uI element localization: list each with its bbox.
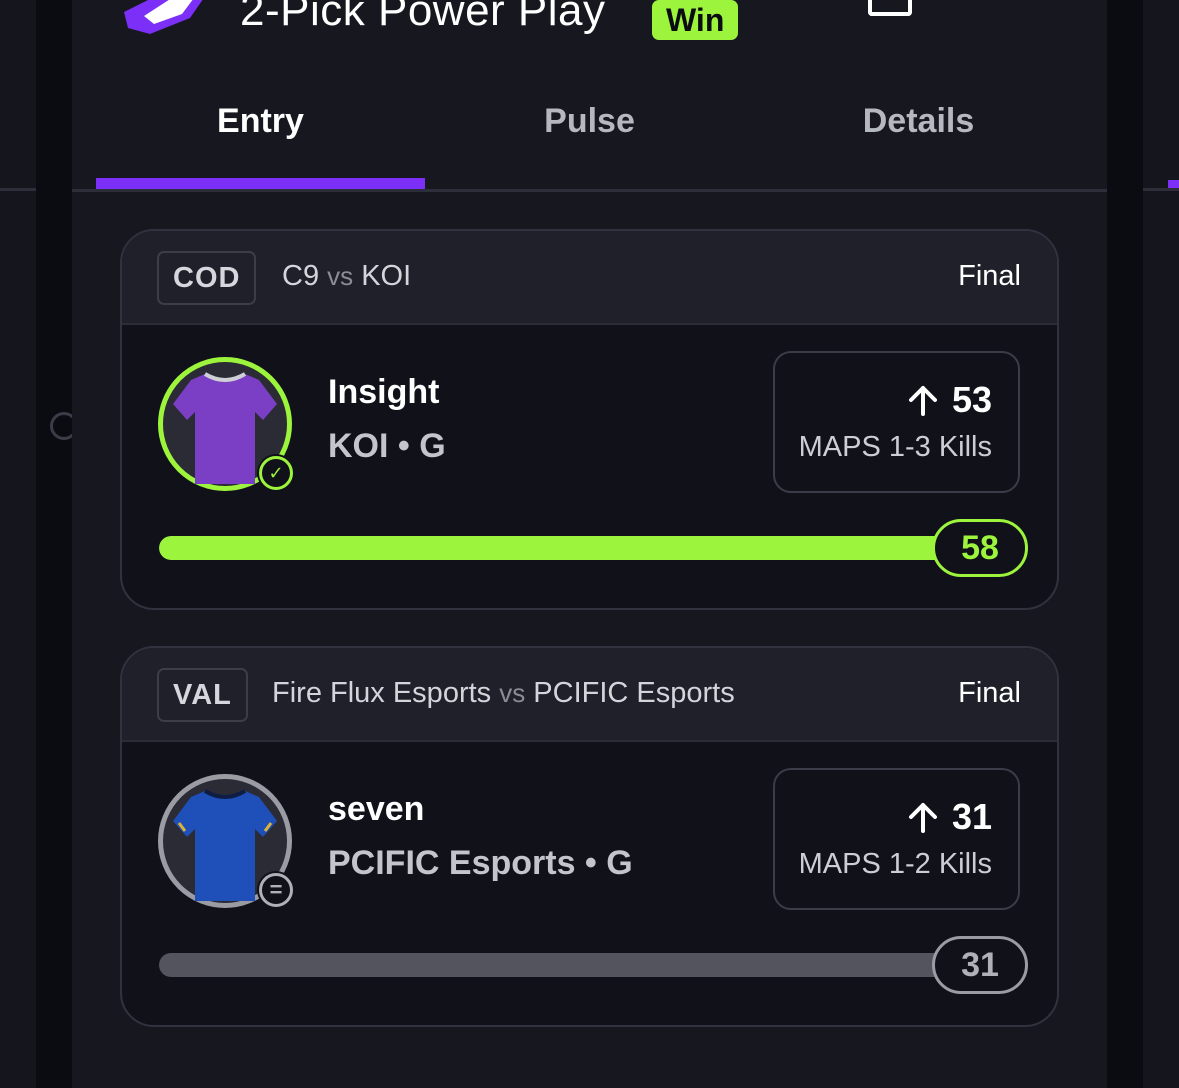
team-b: PCIFIC Esports [533, 677, 735, 709]
tabs-divider [72, 189, 1107, 192]
pick-card-header: COD C9 vs KOI Final [122, 231, 1057, 325]
tab-details-label: Details [862, 102, 975, 140]
pick-card[interactable]: VAL Fire Flux Esports vs PCIFIC Esports … [120, 646, 1059, 1027]
game-status: Final [958, 260, 1021, 292]
result-value: 31 [932, 936, 1028, 994]
background-divider-left [0, 188, 36, 191]
player-avatar: = [158, 774, 295, 909]
progress-fill [159, 953, 1009, 977]
player-name: Insight [328, 373, 440, 411]
tab-details[interactable]: Details [754, 86, 1083, 190]
page-title: 2-Pick Power Play [240, 0, 606, 35]
result-badge: = [257, 871, 295, 909]
player-team-position: PCIFIC Esports • G [328, 844, 633, 882]
background-tab-indicator-right [1168, 180, 1179, 188]
tab-entry[interactable]: Entry [96, 86, 425, 190]
pick-card-header: VAL Fire Flux Esports vs PCIFIC Esports … [122, 648, 1057, 742]
stat-type: MAPS 1-3 Kills [798, 431, 992, 463]
projection-line: 53 [906, 379, 992, 421]
projection-box: 31 MAPS 1-2 Kills [773, 768, 1020, 910]
line-value: 53 [951, 379, 992, 420]
check-icon: ✓ [259, 456, 293, 490]
team-a: C9 [282, 260, 320, 292]
player-team-position: KOI • G [328, 427, 446, 465]
background-panel-left [0, 0, 36, 1088]
progress-fill [159, 536, 1009, 560]
line-value: 31 [951, 796, 992, 837]
team-a: Fire Flux Esports [272, 677, 492, 709]
up-arrow-icon [908, 803, 937, 833]
background-panel-right [1143, 0, 1179, 1088]
player-name: seven [328, 790, 425, 828]
background-divider-right [1143, 188, 1179, 191]
equals-icon: = [259, 873, 293, 907]
tab-pulse-label: Pulse [544, 102, 635, 140]
tab-bar: Entry Pulse Details [96, 86, 1083, 190]
matchup: C9 vs KOI [282, 260, 411, 293]
matchup: Fire Flux Esports vs PCIFIC Esports [272, 677, 735, 710]
entry-sheet: 2-Pick Power Play Win Entry Pulse Detail… [72, 0, 1107, 1088]
page: 2-Pick Power Play Win Entry Pulse Detail… [0, 0, 1179, 1088]
result-badge: ✓ [257, 454, 295, 492]
tab-entry-label: Entry [217, 102, 304, 140]
stat-type: MAPS 1-2 Kills [798, 848, 992, 880]
vs-label: vs [327, 261, 354, 291]
power-play-logo-icon [124, 0, 203, 34]
game-status: Final [958, 677, 1021, 709]
projection-line: 31 [906, 796, 992, 838]
league-tag: COD [157, 251, 257, 305]
share-icon[interactable] [868, 0, 912, 16]
player-avatar: ✓ [158, 357, 295, 492]
up-arrow-icon [908, 386, 937, 416]
team-b: KOI [361, 260, 412, 292]
progress-bar [159, 953, 1009, 977]
projection-box: 53 MAPS 1-3 Kills [773, 351, 1020, 493]
pick-card[interactable]: COD C9 vs KOI Final ✓ Insight KOI • G 53… [120, 229, 1059, 610]
progress-bar [159, 536, 1009, 560]
win-badge: Win [652, 0, 739, 40]
vs-label: vs [499, 678, 526, 708]
tab-pulse[interactable]: Pulse [425, 86, 754, 190]
league-tag: VAL [157, 668, 248, 722]
result-value: 58 [932, 519, 1028, 577]
